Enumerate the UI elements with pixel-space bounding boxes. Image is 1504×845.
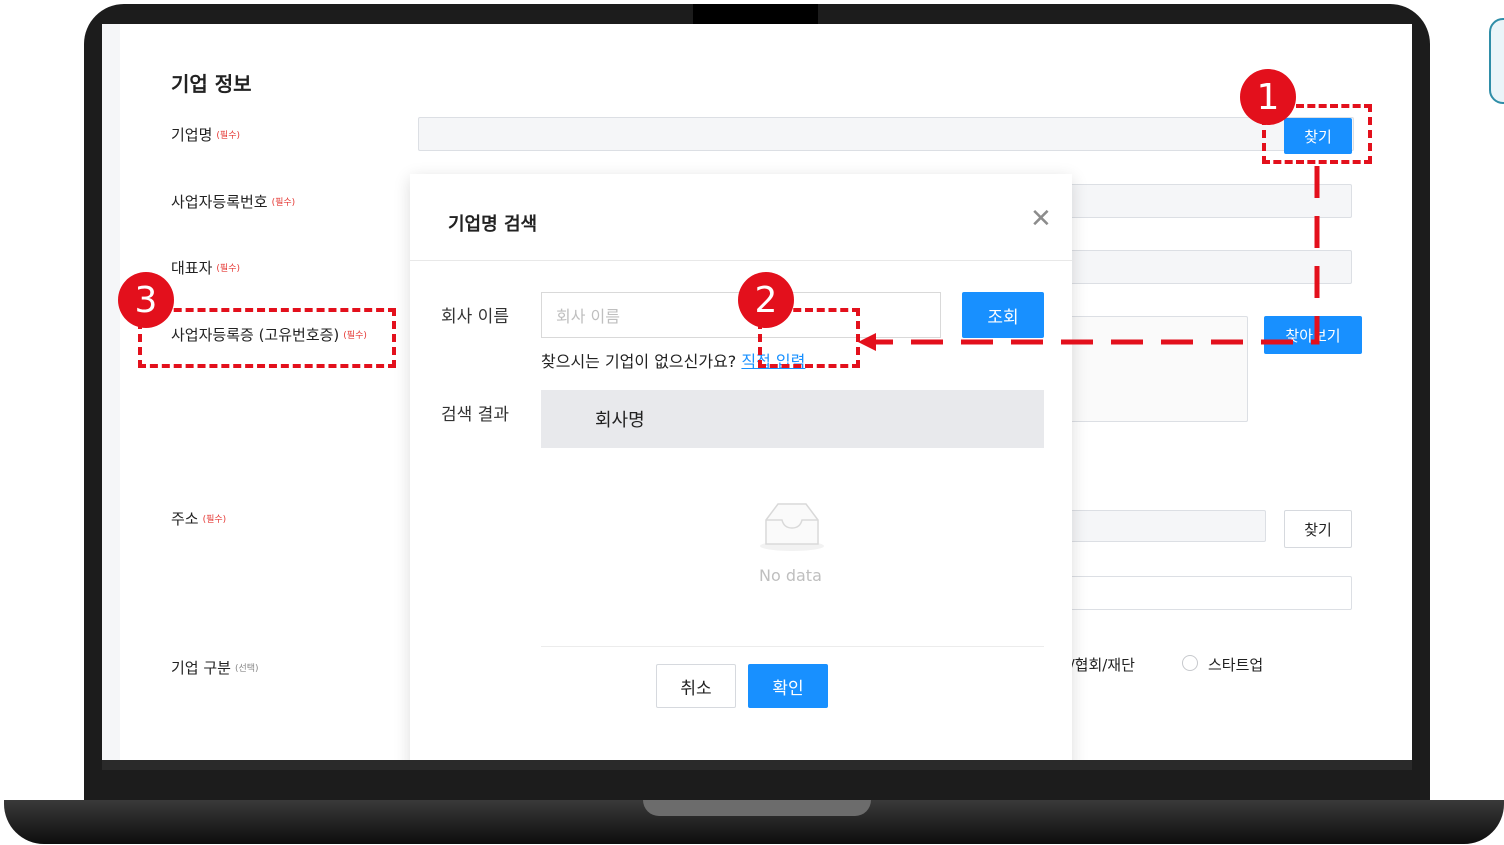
step-badge-3: 3 — [118, 272, 174, 328]
step-badge-2: 2 — [738, 272, 794, 328]
annotation-arrow — [858, 166, 1320, 351]
step-badge-1: 1 — [1240, 69, 1296, 125]
